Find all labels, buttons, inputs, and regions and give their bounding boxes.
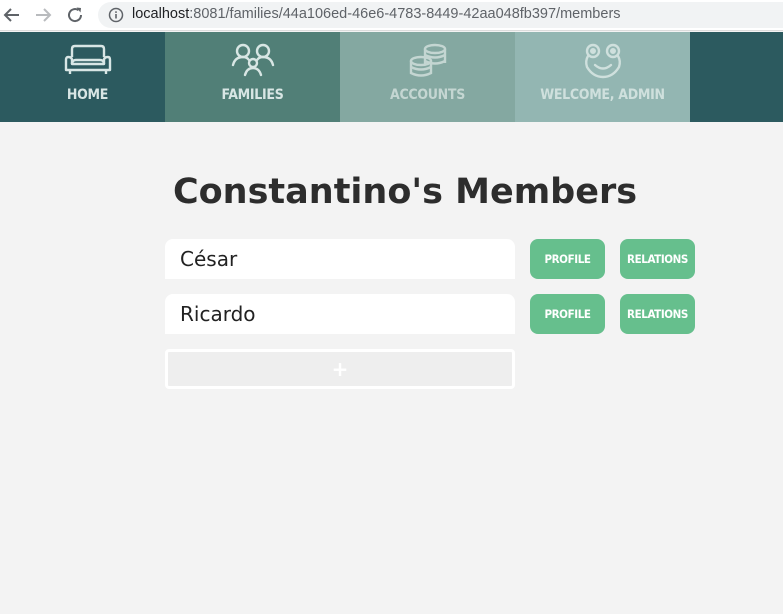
member-name[interactable]: César (165, 239, 515, 279)
main-nav: HOME FAMILIES ACCOUNTS WELCOME, ADMIN (0, 32, 783, 122)
people-icon (231, 43, 274, 77)
back-button[interactable] (2, 5, 22, 25)
tab-accounts-label: ACCOUNTS (390, 87, 465, 103)
reload-icon (68, 7, 83, 23)
address-bar[interactable]: localhost:8081/families/44a106ed-46e6-47… (98, 2, 783, 28)
forward-button[interactable] (33, 5, 53, 25)
url-text[interactable]: localhost:8081/families/44a106ed-46e6-47… (132, 6, 621, 22)
url-path: :8081/families/44a106ed-46e6-4783-8449-4… (189, 6, 621, 22)
profile-button[interactable]: PROFILE (530, 239, 605, 279)
arrow-right-icon (36, 8, 52, 22)
profile-button[interactable]: PROFILE (530, 294, 605, 334)
browser-toolbar: localhost:8081/families/44a106ed-46e6-47… (0, 0, 783, 31)
url-host: localhost (132, 6, 190, 22)
tab-families[interactable]: FAMILIES (165, 32, 340, 122)
member-name[interactable]: Ricardo (165, 294, 515, 334)
member-row: Ricardo PROFILE RELATIONS (165, 294, 695, 334)
tab-families-label: FAMILIES (221, 87, 284, 103)
arrow-left-icon (3, 8, 19, 22)
relations-button[interactable]: RELATIONS (620, 294, 695, 334)
tab-welcome-label: WELCOME, ADMIN (540, 87, 665, 103)
reload-button[interactable] (65, 5, 85, 25)
tab-home[interactable]: HOME (0, 32, 175, 122)
member-row: César PROFILE RELATIONS (165, 239, 695, 279)
tab-accounts[interactable]: ACCOUNTS (340, 32, 515, 122)
info-icon[interactable] (108, 7, 124, 23)
tab-welcome-admin[interactable]: WELCOME, ADMIN (515, 32, 690, 122)
relations-button[interactable]: RELATIONS (620, 239, 695, 279)
page-title: Constantino's Members (172, 172, 638, 212)
sofa-icon (64, 44, 111, 74)
tab-home-label: HOME (66, 87, 109, 103)
coins-icon (409, 43, 446, 77)
frog-face-icon (584, 43, 621, 79)
add-member-button[interactable]: + (165, 349, 515, 389)
